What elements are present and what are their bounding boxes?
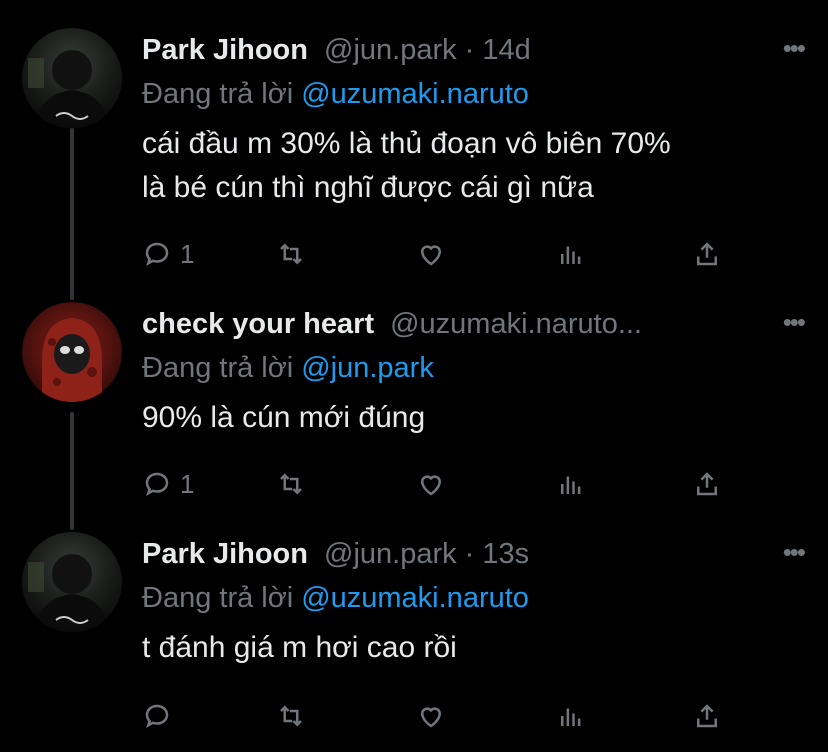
tweet-actions: 1: [142, 464, 717, 504]
retweet-icon: [280, 243, 302, 265]
bar-chart-icon: [561, 708, 581, 726]
share-icon: [697, 704, 717, 728]
share-icon: [697, 242, 717, 266]
share-icon: [697, 472, 717, 496]
display-name[interactable]: Park Jihoon: [142, 532, 308, 576]
like-button[interactable]: [416, 464, 446, 504]
reply-mention[interactable]: @uzumaki.naruto: [301, 582, 529, 614]
replying-to: Đang trả lời @uzumaki.naruto: [142, 578, 808, 618]
tweet-header: check your heart @uzumaki.naruto...: [142, 302, 808, 346]
reply-icon: [145, 704, 169, 729]
avatar-image: [28, 50, 108, 128]
tweet-text-line: t đánh giá m hơi cao rồi: [142, 631, 457, 664]
reply-button[interactable]: [142, 696, 180, 736]
reply-prefix: Đang trả lời: [142, 352, 294, 384]
heart-icon: [420, 707, 442, 728]
reply-count: 1: [180, 238, 195, 269]
thread-connector: [70, 128, 74, 300]
like-button[interactable]: [416, 234, 446, 274]
reply-prefix: Đang trả lời: [142, 78, 294, 110]
tweet-text-line: là bé cún thì nghĩ được cái gì nữa: [142, 171, 594, 204]
retweet-button[interactable]: [276, 464, 306, 504]
reply-button[interactable]: 1: [142, 464, 194, 504]
share-button[interactable]: [692, 464, 722, 504]
display-name[interactable]: check your heart: [142, 302, 374, 346]
more-icon[interactable]: •••: [783, 28, 806, 68]
handle-meta[interactable]: @jun.park · 13s: [324, 532, 529, 576]
display-name[interactable]: Park Jihoon: [142, 28, 308, 72]
share-button[interactable]: [692, 696, 722, 736]
handle-meta[interactable]: @jun.park · 14d: [324, 28, 531, 72]
reply-mention[interactable]: @jun.park: [301, 352, 434, 384]
like-button[interactable]: [416, 696, 446, 736]
views-button[interactable]: [556, 234, 586, 274]
retweet-button[interactable]: [276, 696, 306, 736]
replying-to: Đang trả lời @uzumaki.naruto: [142, 74, 808, 114]
avatar[interactable]: [22, 28, 122, 128]
heart-icon: [420, 475, 442, 496]
reply-button[interactable]: 1: [142, 234, 194, 274]
retweet-icon: [280, 473, 302, 495]
avatar[interactable]: [22, 532, 122, 632]
tweet-text: t đánh giá m hơi cao rồi: [142, 626, 808, 670]
tweet-header: Park Jihoon @jun.park · 13s: [142, 532, 808, 576]
heart-icon: [420, 245, 442, 266]
avatar-image: [42, 318, 102, 402]
tweet-actions: [142, 696, 717, 736]
avatar-image: [28, 554, 108, 632]
views-button[interactable]: [556, 696, 586, 736]
tweet-actions: 1: [142, 234, 717, 274]
more-icon[interactable]: •••: [783, 532, 806, 572]
reply-count: 1: [180, 468, 195, 499]
bar-chart-icon: [561, 476, 581, 494]
more-icon[interactable]: •••: [783, 302, 806, 342]
tweet-text: 90% là cún mới đúng: [142, 396, 808, 440]
thread-connector: [70, 412, 74, 530]
tweet-header: Park Jihoon @jun.park · 14d: [142, 28, 808, 72]
views-button[interactable]: [556, 464, 586, 504]
handle-meta[interactable]: @uzumaki.naruto...: [390, 302, 642, 346]
bar-chart-icon: [561, 246, 581, 264]
avatar[interactable]: [22, 302, 122, 402]
reply-icon: [145, 242, 169, 267]
reply-mention[interactable]: @uzumaki.naruto: [301, 78, 529, 110]
retweet-button[interactable]: [276, 234, 306, 274]
tweet-text-line: cái đầu m 30% là thủ đoạn vô biên 70%: [142, 127, 671, 160]
replying-to: Đang trả lời @jun.park: [142, 348, 808, 388]
share-button[interactable]: [692, 234, 722, 274]
reply-prefix: Đang trả lời: [142, 582, 294, 614]
tweet-text: cái đầu m 30% là thủ đoạn vô biên 70% là…: [142, 122, 808, 210]
reply-icon: [145, 472, 169, 497]
tweet-text-line: 90% là cún mới đúng: [142, 401, 426, 434]
retweet-icon: [280, 705, 302, 727]
